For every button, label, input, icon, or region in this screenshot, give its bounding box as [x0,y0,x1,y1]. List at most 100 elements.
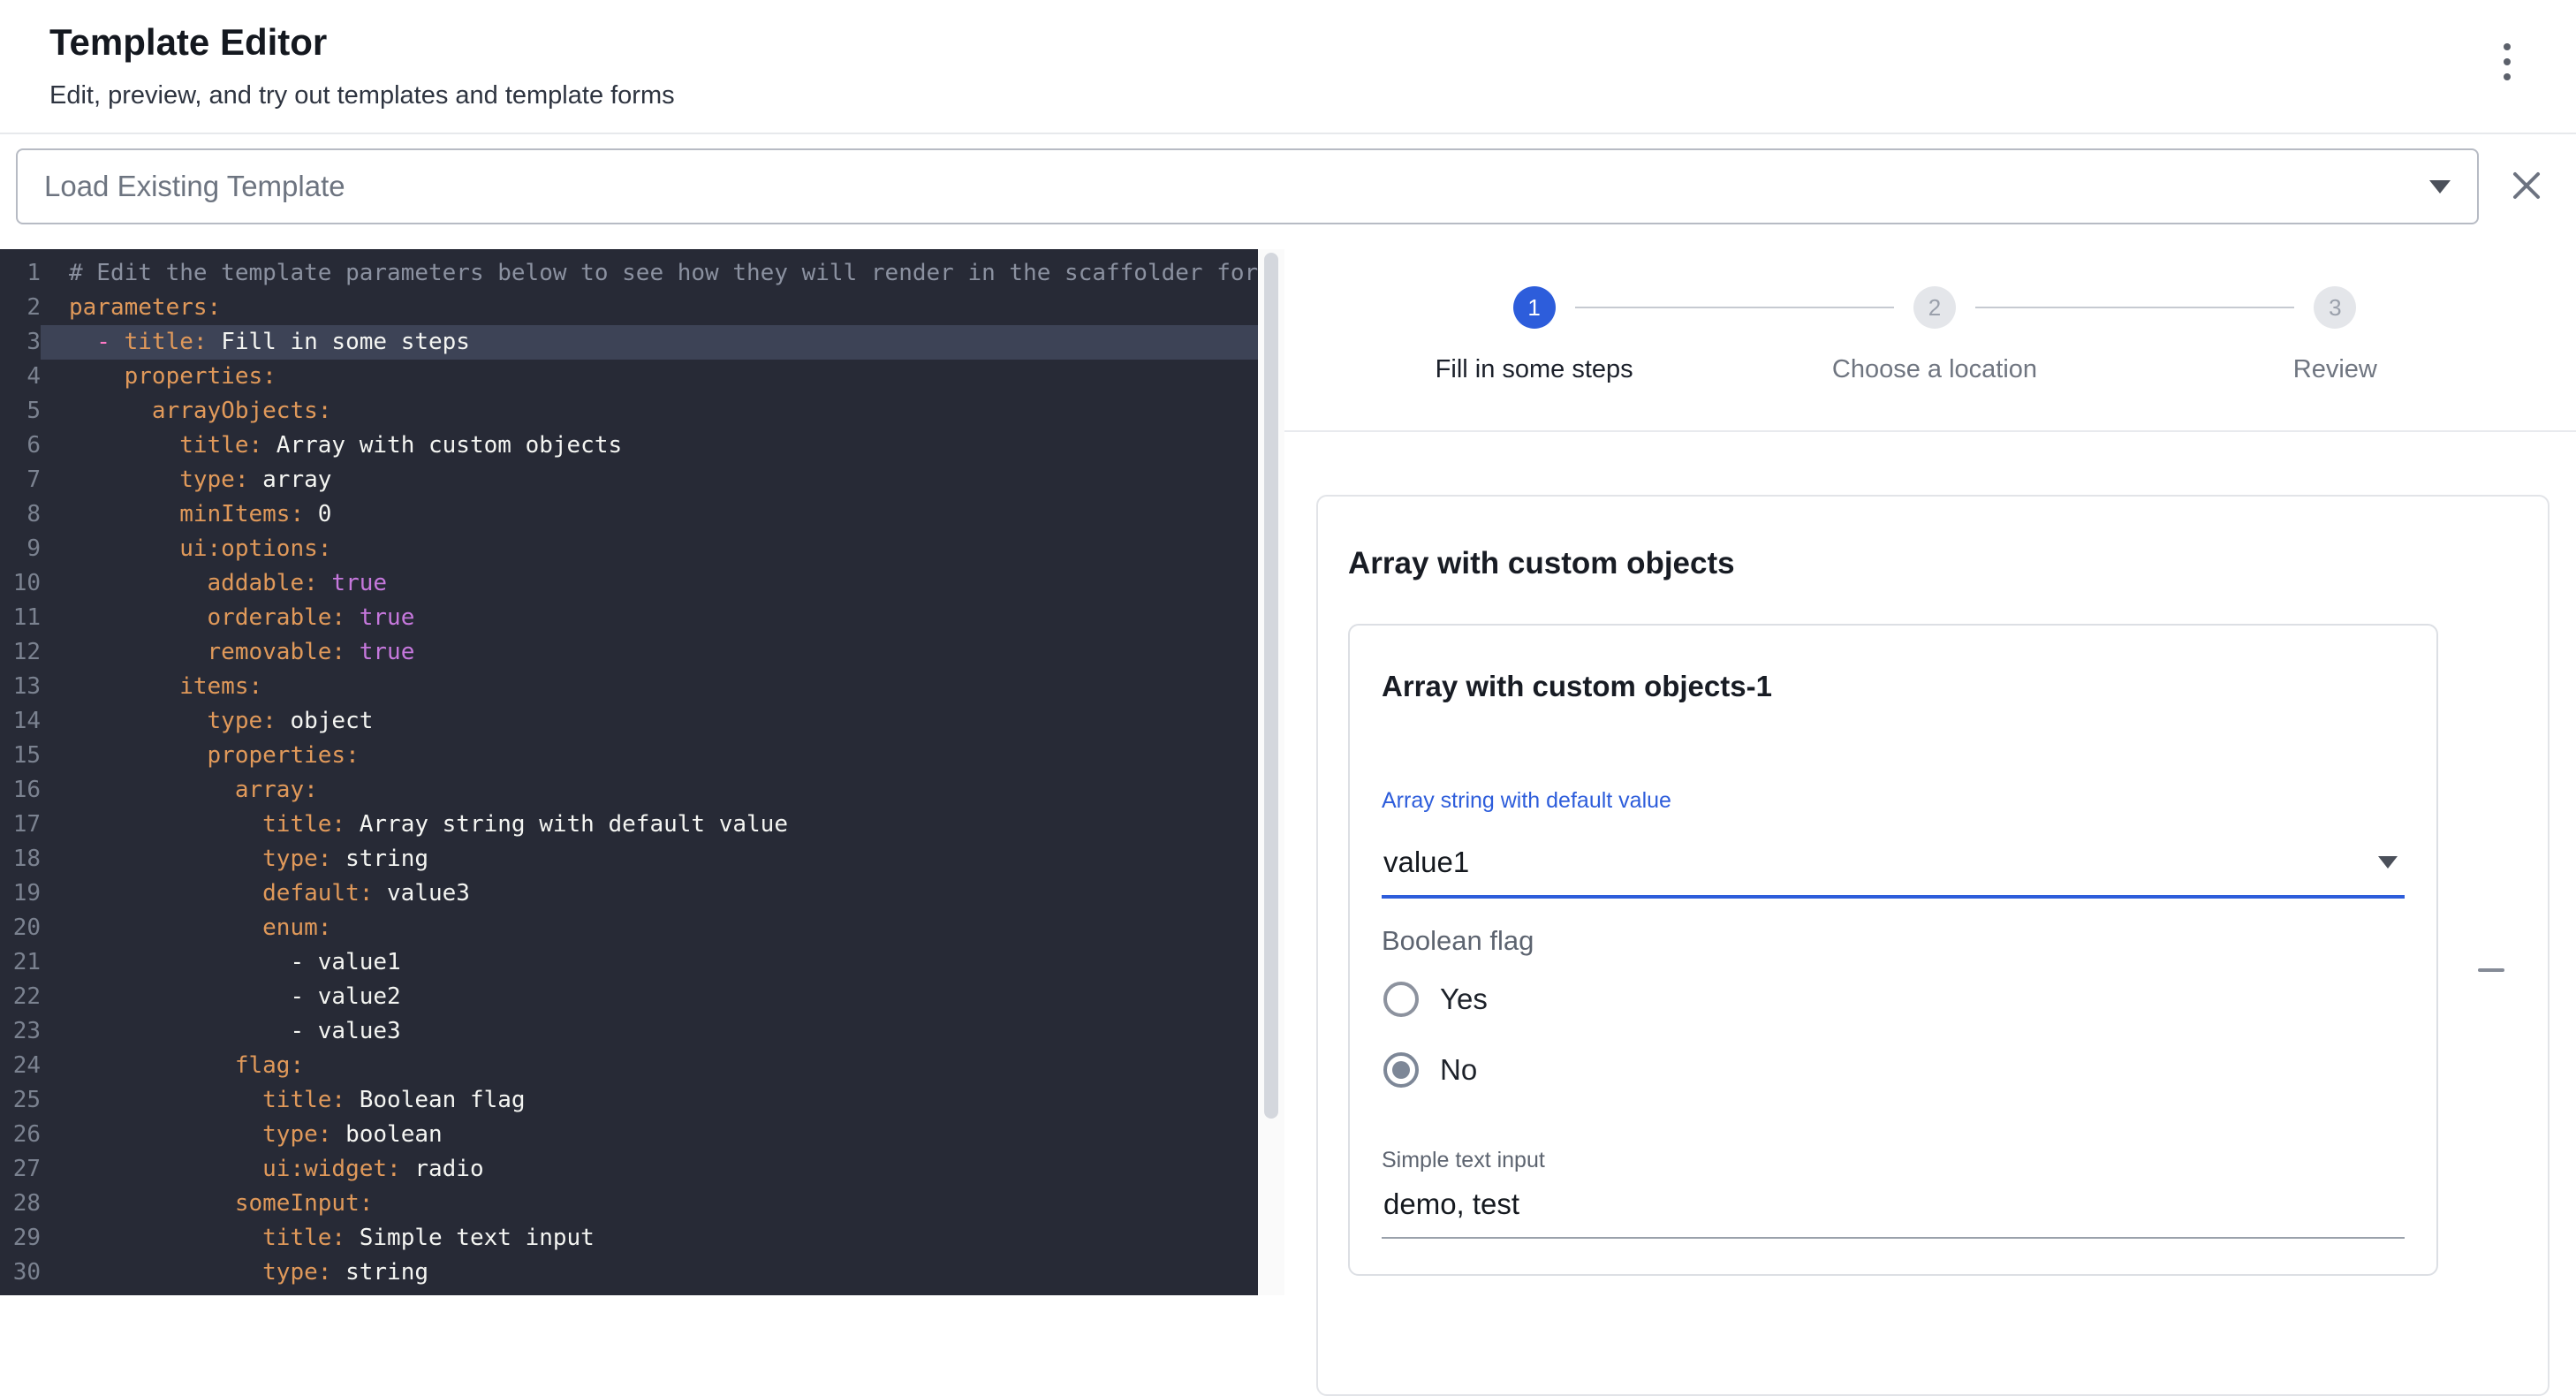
line-code: array: [41,773,1258,808]
line-code: type: array [41,463,1258,497]
editor-line[interactable]: 23 - value3 [0,1014,1258,1049]
simple-text-input[interactable]: demo, test [1382,1173,2405,1239]
editor-line[interactable]: 13 items: [0,670,1258,704]
stepper-connector [1575,307,1894,308]
editor-line[interactable]: 19 default: value3 [0,876,1258,911]
editor-line[interactable]: 4 properties: [0,360,1258,394]
line-number: 8 [0,497,41,532]
line-code: addable: true [41,566,1258,601]
editor-code: 1# Edit the template parameters below to… [0,256,1258,1290]
minus-icon [2478,968,2504,972]
stepper-connector [1975,307,2294,308]
editor-line[interactable]: 28 someInput: [0,1187,1258,1221]
editor-line[interactable]: 14 type: object [0,704,1258,739]
line-number: 16 [0,773,41,808]
editor-line[interactable]: 3 - title: Fill in some steps [0,325,1258,360]
editor-line[interactable]: 8 minItems: 0 [0,497,1258,532]
editor-line[interactable]: 16 array: [0,773,1258,808]
editor-line[interactable]: 12 removable: true [0,635,1258,670]
radio-checked-icon [1383,1052,1419,1088]
step-choose-a-location[interactable]: 2Choose a location [1734,285,2134,426]
editor-line[interactable]: 15 properties: [0,739,1258,773]
line-code: flag: [41,1049,1258,1083]
line-code: arrayObjects: [41,394,1258,429]
line-number: 7 [0,463,41,497]
editor-line[interactable]: 1# Edit the template parameters below to… [0,256,1258,291]
editor-line[interactable]: 20 enum: [0,911,1258,945]
step-label: Choose a location [1832,355,2037,384]
line-number: 3 [0,325,41,360]
editor-line[interactable]: 18 type: string [0,842,1258,876]
editor-line[interactable]: 11 orderable: true [0,601,1258,635]
editor-line[interactable]: 10 addable: true [0,566,1258,601]
editor-line[interactable]: 7 type: array [0,463,1258,497]
line-code: title: Boolean flag [41,1083,1258,1118]
close-icon [2509,168,2544,203]
remove-item-button[interactable] [2466,945,2516,995]
simple-text-label: Simple text input [1382,1148,2405,1173]
editor-line[interactable]: 29 title: Simple text input [0,1221,1258,1256]
line-code: - value2 [41,980,1258,1014]
step-label: Review [2293,355,2377,384]
yaml-editor[interactable]: 1# Edit the template parameters below to… [0,249,1258,1295]
radio-option-no[interactable]: No [1382,1035,2405,1105]
line-code: - value3 [41,1014,1258,1049]
boolean-flag-options: Yes No [1382,964,2405,1105]
line-number: 10 [0,566,41,601]
line-number: 13 [0,670,41,704]
line-number: 19 [0,876,41,911]
step-review[interactable]: 3Review [2135,285,2535,426]
line-code: someInput: [41,1187,1258,1221]
line-number: 28 [0,1187,41,1221]
editor-line[interactable]: 21 - value1 [0,945,1258,980]
line-code: type: boolean [41,1118,1258,1152]
line-code: ui:options: [41,532,1258,566]
line-number: 11 [0,601,41,635]
editor-line[interactable]: 30 type: string [0,1256,1258,1290]
line-code: default: value3 [41,876,1258,911]
line-number: 15 [0,739,41,773]
line-code: removable: true [41,635,1258,670]
line-number: 14 [0,704,41,739]
simple-text-field: Simple text input demo, test [1382,1148,2405,1239]
step-label: Fill in some steps [1436,355,1633,384]
line-code: orderable: true [41,601,1258,635]
array-item-card: Array with custom objects-1 Array string… [1348,624,2438,1276]
line-number: 24 [0,1049,41,1083]
preview-pane: 1Fill in some steps2Choose a location3Re… [1284,249,2576,1295]
load-template-placeholder: Load Existing Template [44,170,345,203]
editor-line[interactable]: 9 ui:options: [0,532,1258,566]
line-number: 4 [0,360,41,394]
radio-option-yes[interactable]: Yes [1382,964,2405,1035]
editor-line[interactable]: 26 type: boolean [0,1118,1258,1152]
load-template-select[interactable]: Load Existing Template [16,148,2479,224]
editor-line[interactable]: 25 title: Boolean flag [0,1083,1258,1118]
editor-line[interactable]: 22 - value2 [0,980,1258,1014]
more-options-button[interactable] [2479,34,2535,90]
editor-line[interactable]: 2parameters: [0,291,1258,325]
line-code: parameters: [41,291,1258,325]
scrollbar-thumb[interactable] [1264,253,1278,1119]
page-title: Template Editor [49,21,327,64]
line-code: title: Simple text input [41,1221,1258,1256]
line-code: title: Array with custom objects [41,429,1258,463]
editor-line[interactable]: 24 flag: [0,1049,1258,1083]
editor-line[interactable]: 17 title: Array string with default valu… [0,808,1258,842]
line-number: 18 [0,842,41,876]
editor-scrollbar[interactable] [1258,249,1284,1295]
array-string-value: value1 [1383,846,1469,879]
kebab-icon [2504,58,2511,65]
line-number: 2 [0,291,41,325]
editor-line[interactable]: 6 title: Array with custom objects [0,429,1258,463]
form-section-title: Array with custom objects [1348,546,2518,581]
editor-line[interactable]: 27 ui:widget: radio [0,1152,1258,1187]
step-fill-in-some-steps[interactable]: 1Fill in some steps [1334,285,1734,426]
radio-option-label: No [1440,1053,1477,1087]
clear-template-button[interactable] [2500,159,2553,212]
array-string-select[interactable]: value1 [1382,821,2405,899]
line-code: properties: [41,739,1258,773]
line-code: title: Array string with default value [41,808,1258,842]
line-number: 9 [0,532,41,566]
line-code: enum: [41,911,1258,945]
editor-line[interactable]: 5 arrayObjects: [0,394,1258,429]
